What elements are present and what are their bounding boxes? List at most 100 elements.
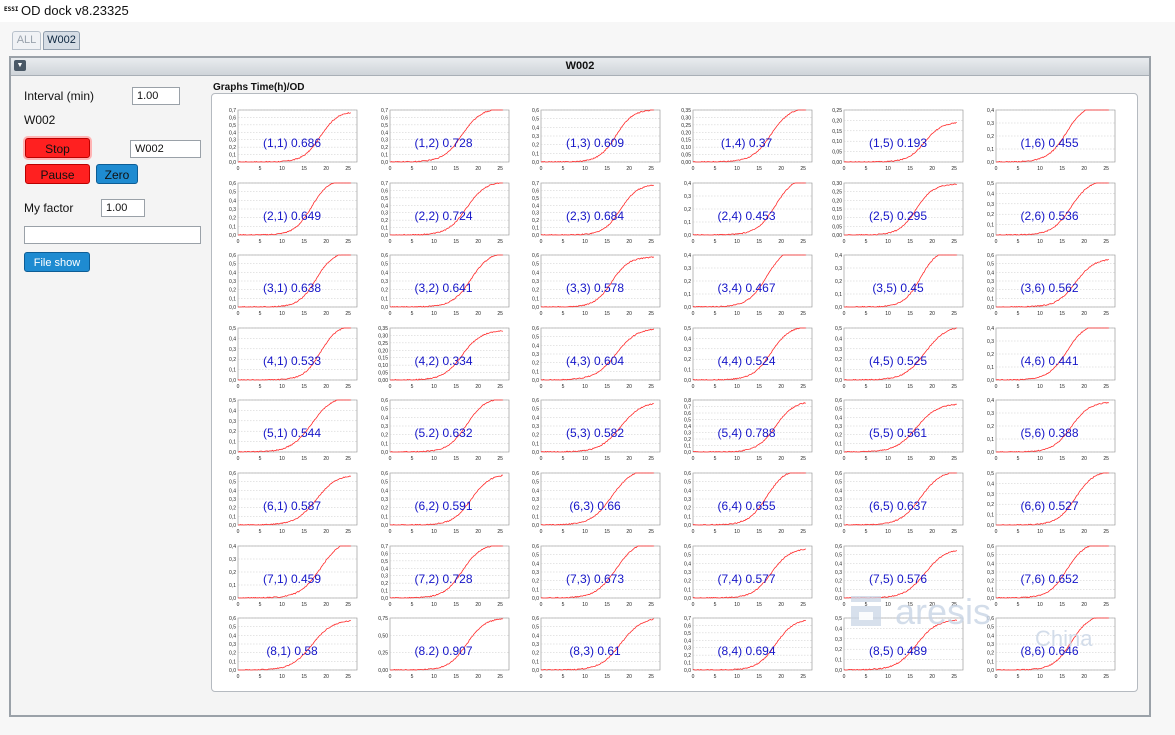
stop-button[interactable]: Stop (25, 138, 90, 158)
y-tick-label: 0,3 (684, 347, 691, 353)
y-tick-label: 0,0 (229, 450, 236, 456)
x-tick-label: 10 (1037, 311, 1043, 317)
x-tick-label: 0 (994, 529, 997, 535)
x-tick-label: 5 (1016, 166, 1019, 172)
x-tick-label: 10 (1037, 674, 1043, 680)
y-tick-label: 0,3 (835, 637, 842, 643)
well-od-label: (7,5) 0.576 (868, 571, 928, 586)
factor-input[interactable]: 1.00 (101, 199, 145, 217)
y-tick-label: 0,1 (684, 661, 691, 667)
x-tick-label: 15 (756, 166, 762, 172)
zero-button[interactable]: Zero (96, 164, 138, 184)
y-tick-label: 0,0 (229, 233, 236, 239)
x-tick-label: 5 (562, 384, 565, 390)
y-tick-label: 0,4 (987, 326, 994, 332)
x-tick-label: 15 (604, 456, 610, 462)
x-tick-label: 20 (475, 456, 481, 462)
x-tick-label: 10 (279, 529, 285, 535)
x-tick-label: 20 (1081, 602, 1087, 608)
well-od-label: (3,2) 0.641 (414, 281, 473, 296)
x-tick-label: 0 (691, 239, 694, 245)
well-od-label: (2,6) 0.536 (1020, 208, 1079, 223)
x-tick-label: 5 (865, 456, 868, 462)
x-tick-label: 20 (475, 166, 481, 172)
y-tick-label: 0,4 (532, 125, 539, 131)
y-tick-label: 0,0 (229, 668, 236, 674)
x-tick-label: 20 (323, 456, 329, 462)
file-show-button[interactable]: File show (24, 252, 90, 272)
x-tick-label: 25 (800, 602, 806, 608)
well-od-label: (4,1) 0.533 (262, 353, 322, 368)
y-tick-label: 0,5 (532, 480, 539, 486)
x-tick-label: 10 (582, 384, 588, 390)
graph-cell: 0,75 0,50 0,25 0,00 0 5 10 15 20 25 (8.2) 0.907 (374, 614, 514, 682)
y-tick-label: 0,1 (381, 225, 388, 231)
y-tick-label: 0,0 (381, 160, 388, 166)
graph-cell: 0,6 0,5 0,4 0,3 0,2 0,1 0,0 0 5 10 15 20 25 (7,4) 0.5… (677, 542, 817, 610)
x-tick-label: 5 (713, 166, 716, 172)
y-tick-label: 0,4 (835, 253, 842, 259)
x-tick-label: 20 (778, 239, 784, 245)
x-tick-label: 0 (691, 674, 694, 680)
x-tick-label: 10 (885, 674, 891, 680)
x-tick-label: 0 (388, 384, 391, 390)
x-tick-label: 10 (734, 674, 740, 680)
x-tick-label: 5 (259, 456, 262, 462)
y-tick-label: 0,5 (835, 616, 842, 622)
y-tick-label: 0,25 (378, 341, 388, 347)
y-tick-label: 0,4 (381, 271, 388, 277)
x-tick-label: 5 (259, 239, 262, 245)
status-field[interactable] (24, 226, 201, 244)
well-od-label: (1,1) 0.686 (262, 136, 322, 150)
well-name-input[interactable]: W002 (130, 140, 201, 158)
interval-input[interactable]: 1.00 (132, 87, 180, 105)
x-tick-label: 10 (734, 384, 740, 390)
x-tick-label: 25 (497, 674, 503, 680)
y-tick-label: 0,5 (532, 407, 539, 413)
graph-cell: 0,30 0,25 0,20 0,15 0,10 0,05 0,00 0 5 10 15 20 25 (2… (828, 179, 968, 247)
graph-cell: 0,4 0,3 0,2 0,1 0,0 0 5 10 15 20 25 (7,1) 0.459 (222, 542, 362, 610)
y-tick-label: 0,5 (684, 480, 691, 486)
x-tick-label: 5 (562, 239, 565, 245)
y-tick-label: 0,4 (987, 481, 994, 487)
y-tick-label: 0,4 (229, 544, 236, 550)
graph-cell: 0,35 0,30 0,25 0,20 0,15 0,10 0,05 0,00 0 5 10 15 20… (374, 324, 514, 392)
x-tick-label: 25 (497, 166, 503, 172)
x-tick-label: 10 (582, 166, 588, 172)
panel-header: ▼ W002 (11, 58, 1149, 76)
y-tick-label: 0,1 (381, 442, 388, 448)
well-od-label: (8,5) 0.489 (868, 644, 928, 659)
well-od-label: (6,3) 0.66 (569, 499, 621, 513)
y-tick-label: 0,0 (684, 668, 691, 674)
well-od-label: (4,6) 0.441 (1020, 353, 1079, 368)
pause-button[interactable]: Pause (25, 164, 90, 184)
x-tick-label: 20 (929, 384, 935, 390)
x-tick-label: 5 (562, 166, 565, 172)
y-tick-label: 0,7 (381, 544, 388, 550)
y-tick-label: 0,6 (987, 253, 994, 259)
y-tick-label: 0,1 (381, 297, 388, 303)
x-tick-label: 10 (582, 602, 588, 608)
well-od-label: (4,3) 0.604 (565, 353, 625, 368)
well-od-label: (2,5) 0.295 (868, 208, 928, 223)
y-tick-label: 0,0 (987, 305, 994, 311)
y-tick-label: 0,00 (378, 378, 388, 384)
x-tick-label: 5 (259, 311, 262, 317)
x-tick-label: 20 (475, 529, 481, 535)
x-tick-label: 15 (907, 311, 913, 317)
x-tick-label: 25 (497, 602, 503, 608)
y-tick-label: 0,30 (378, 333, 388, 339)
x-tick-label: 20 (626, 239, 632, 245)
x-tick-label: 25 (648, 166, 654, 172)
x-tick-label: 25 (648, 529, 654, 535)
x-tick-label: 25 (345, 311, 351, 317)
tab-all[interactable]: ALL (12, 31, 41, 50)
interval-label: Interval (min) (24, 89, 95, 103)
tab-w002[interactable]: W002 (43, 31, 80, 50)
x-tick-label: 5 (259, 384, 262, 390)
y-tick-label: 0,5 (532, 195, 539, 201)
y-tick-label: 0,35 (378, 326, 388, 332)
y-tick-label: 0,1 (684, 514, 691, 520)
well-od-label: (6,2) 0.591 (414, 499, 473, 513)
y-tick-label: 0,4 (987, 634, 994, 640)
